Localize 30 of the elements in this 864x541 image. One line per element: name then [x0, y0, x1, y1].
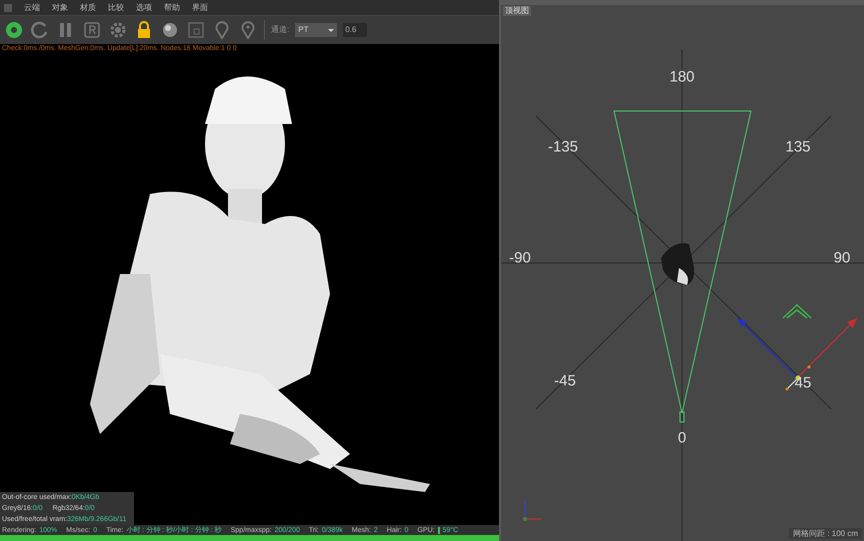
- r-box-icon[interactable]: [82, 20, 102, 40]
- caret-icon: [328, 28, 334, 32]
- gpu-bar-icon: [438, 526, 440, 534]
- angle-label: 180: [669, 70, 695, 84]
- refresh-icon[interactable]: [30, 20, 50, 40]
- angle-label: -90: [509, 250, 531, 266]
- angle-label: 0: [678, 430, 686, 446]
- sphere-icon[interactable]: [160, 20, 180, 40]
- angle-label: -135: [548, 140, 578, 154]
- angle-label: -45: [554, 374, 576, 388]
- menu-item[interactable]: 云端: [24, 4, 40, 12]
- grid-spacing: 网格间距 : 100 cm: [789, 528, 862, 539]
- channel-dropdown[interactable]: PT: [295, 23, 338, 37]
- square-icon[interactable]: [186, 20, 206, 40]
- settings-icon[interactable]: [108, 20, 128, 40]
- spinner-field[interactable]: 0.6: [343, 23, 368, 37]
- menu-item[interactable]: 选项: [136, 4, 152, 12]
- angle-label: 135: [785, 140, 811, 154]
- menu-item[interactable]: 对象: [52, 4, 68, 12]
- grip-icon: [4, 4, 12, 12]
- angle-label: 45: [794, 376, 812, 390]
- menu-item[interactable]: 材质: [80, 4, 96, 12]
- channel-label: 通道:: [271, 24, 290, 36]
- aperture-icon[interactable]: [4, 20, 24, 40]
- menu-item[interactable]: 比较: [108, 4, 124, 12]
- menu-item[interactable]: 帮助: [164, 4, 180, 12]
- angle-label: 90: [834, 250, 850, 266]
- menu-item[interactable]: 界面: [192, 4, 208, 12]
- view-title: 顶视图: [503, 6, 531, 16]
- axis-gizmo-icon: [521, 499, 543, 523]
